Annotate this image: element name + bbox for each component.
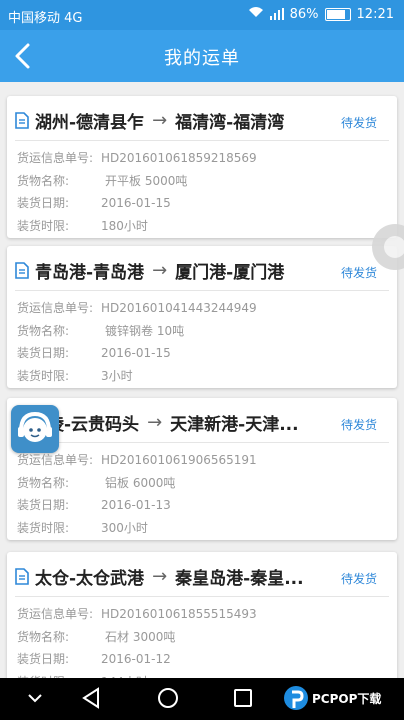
document-icon [15, 111, 29, 129]
load-date-value: 2016-01-15 [101, 196, 171, 210]
route: 湖州-德清县乍 → 福清湾-福清湾 [15, 106, 319, 134]
route-origin: 陵-云贵码头 [47, 414, 140, 435]
page-title: 我的运单 [164, 48, 240, 69]
app-header: 我的运单 [0, 30, 404, 82]
status-badge: 待发货 [340, 572, 377, 586]
nav-back-button[interactable] [80, 686, 102, 714]
arrow-right-icon: → [152, 259, 168, 281]
nav-home-button[interactable] [156, 686, 180, 714]
load-limit-label: 装货时限: [17, 368, 70, 383]
nav-recents-button[interactable] [232, 686, 254, 714]
cargo-label: 货物名称: [17, 475, 70, 490]
load-limit-value: 180小时 [101, 218, 148, 233]
back-triangle-icon [82, 687, 99, 709]
divider [15, 596, 389, 597]
route-origin: 湖州-德清县乍 [35, 112, 145, 133]
headset-avatar-icon [18, 411, 52, 442]
order-no-value: HD201601041443244949 [101, 301, 257, 315]
status-badge: 待发货 [340, 266, 377, 280]
load-limit-value: 300小时 [101, 520, 148, 535]
load-date-value: 2016-01-12 [101, 652, 171, 666]
divider [15, 442, 389, 443]
order-card[interactable]: 青岛港-青岛港 → 厦门港-厦门港 待发货 货运信息单号: HD201601041… [7, 246, 397, 388]
chevron-down-icon [28, 694, 42, 703]
customer-service-button[interactable] [11, 405, 59, 453]
recents-square-icon [234, 689, 252, 707]
load-date-value: 2016-01-15 [101, 346, 171, 360]
load-limit-label: 装货时限: [17, 218, 70, 233]
carrier-label: 中国移动 4G [8, 11, 83, 26]
document-icon [15, 567, 29, 585]
nav-collapse-button[interactable] [26, 690, 44, 710]
order-no-value: HD201601061855515493 [101, 607, 257, 621]
order-no-value: HD201601061906565191 [101, 453, 257, 467]
route: 青岛港-青岛港 → 厦门港-厦门港 [15, 256, 319, 284]
load-limit-label: 装货时限: [17, 520, 70, 535]
order-card[interactable]: 湖州-德清县乍 → 福清湾-福清湾 待发货 货运信息单号: HD201601061… [7, 96, 397, 238]
cargo-value: 石材 3000吨 [105, 629, 176, 644]
battery-percent: 86% [289, 6, 319, 22]
load-date-label: 装货日期: [17, 346, 70, 360]
load-date-value: 2016-01-13 [101, 498, 171, 512]
order-no-label: 货运信息单号: [17, 151, 94, 165]
divider [15, 140, 389, 141]
route-destination: 天津新港-天津... [170, 414, 299, 435]
load-limit-value: 3小时 [101, 368, 133, 383]
watermark: PCPOP下载 [282, 682, 400, 716]
load-date-label: 装货日期: [17, 196, 70, 210]
order-card[interactable]: 太仓-太仓武港 → 秦皇岛港-秦皇... 待发货 货运信息单号: HD201601… [7, 552, 397, 694]
signal-icon [269, 8, 284, 20]
order-no-label: 货运信息单号: [17, 607, 94, 621]
arrow-right-icon: → [147, 411, 163, 433]
cargo-value: 镀锌钢卷 10吨 [105, 323, 185, 338]
cargo-value: 开平板 5000吨 [105, 173, 188, 188]
status-badge: 待发货 [340, 418, 377, 432]
cargo-label: 货物名称: [17, 629, 70, 644]
load-date-label: 装货日期: [17, 652, 70, 666]
cargo-label: 货物名称: [17, 173, 70, 188]
cargo-value: 铝板 6000吨 [105, 475, 176, 490]
arrow-right-icon: → [152, 109, 168, 131]
divider [15, 290, 389, 291]
wifi-icon [248, 6, 264, 22]
watermark-text: PCPOP下载 [312, 692, 382, 706]
battery-icon [324, 7, 351, 21]
status-bar: 中国移动 4G 86% 12:21 [0, 0, 404, 30]
order-no-label: 货运信息单号: [17, 301, 94, 315]
route: 太仓-太仓武港 → 秦皇岛港-秦皇... [15, 562, 319, 590]
order-no-value: HD201601061859218569 [101, 151, 257, 165]
route-destination: 秦皇岛港-秦皇... [175, 568, 304, 589]
route: 陵-云贵码头 → 天津新港-天津... [47, 408, 319, 436]
route-origin: 青岛港-青岛港 [35, 262, 145, 283]
status-badge: 待发货 [340, 116, 377, 130]
watermark-logo-icon [284, 686, 308, 710]
document-icon [15, 261, 29, 279]
route-destination: 福清湾-福清湾 [175, 112, 285, 133]
load-date-label: 装货日期: [17, 498, 70, 512]
route-origin: 太仓-太仓武港 [35, 568, 145, 589]
arrow-right-icon: → [152, 565, 168, 587]
clock: 12:21 [356, 6, 394, 22]
cargo-label: 货物名称: [17, 323, 70, 338]
route-destination: 厦门港-厦门港 [175, 262, 285, 283]
home-circle-icon [158, 688, 178, 708]
order-card[interactable]: 陵-云贵码头 → 天津新港-天津... 待发货 货运信息单号: HD2016010… [7, 398, 397, 540]
